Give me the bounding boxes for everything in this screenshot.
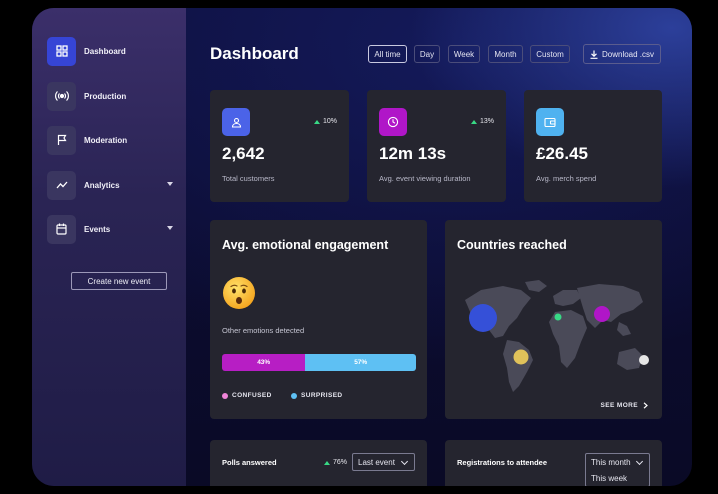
stat-card-customers: 10% 2,642 Total customers [210,90,349,202]
sidebar-item-label: Analytics [84,180,120,190]
chevron-down-icon[interactable] [167,182,173,186]
trend-badge: 10% [313,118,337,125]
sidebar-item-analytics[interactable]: Analytics [47,170,177,200]
app-window: Dashboard Production Moderation Analytic… [32,8,692,486]
countries-card: Countries reached SEE MORE [445,220,662,419]
download-label: Download .csv [601,49,655,59]
bar-segment-surprised: 57% [305,354,416,371]
stat-card-viewing-duration: 13% 12m 13s Avg. event viewing duration [367,90,506,202]
world-map [465,280,649,392]
polls-event-select[interactable]: Last event [352,453,415,471]
sidebar-item-label: Dashboard [84,46,126,56]
sidebar-item-label: Production [84,91,127,101]
chevron-right-icon [643,402,648,409]
filter-week[interactable]: Week [448,45,480,63]
legend-confused: CONFUSED [222,392,272,399]
registrations-card: Registrations to attendee This month Thi… [445,440,662,486]
stat-value: 12m 13s [379,144,447,163]
marker-australia[interactable] [639,355,649,365]
marker-south-america[interactable] [513,349,529,365]
stat-label: Avg. merch spend [536,174,597,183]
stat-label: Avg. event viewing duration [379,174,471,183]
stat-label: Total customers [222,174,275,183]
broadcast-icon [47,81,76,111]
filter-month[interactable]: Month [488,45,523,63]
clock-icon [379,108,407,136]
hushed-face-icon [223,277,255,309]
sidebar-item-production[interactable]: Production [47,81,177,111]
filter-custom[interactable]: Custom [530,45,570,63]
card-title: Avg. emotional engagement [222,238,389,252]
sidebar-item-dashboard[interactable]: Dashboard [47,36,177,66]
stat-value: 2,642 [222,144,265,163]
registrations-period-select[interactable]: This month This week [585,453,650,486]
page-title: Dashboard [210,44,299,63]
trend-line-icon [47,170,76,200]
card-title: Polls answered [222,458,277,467]
sidebar-item-moderation[interactable]: Moderation [47,125,177,155]
calendar-icon [47,214,76,244]
chevron-down-icon [400,457,409,466]
sidebar-item-label: Moderation [84,135,128,145]
emotions-subtitle: Other emotions detected [222,326,305,335]
download-csv-button[interactable]: Download .csv [583,44,661,64]
grid-icon [47,36,76,66]
trend-up-icon [470,119,477,124]
engagement-card: Avg. emotional engagement Other emotions… [210,220,427,419]
trend-up-icon [313,119,320,124]
wallet-icon [536,108,564,136]
stat-value: £26.45 [536,144,588,163]
trend-badge: 76% [323,459,347,466]
bar-segment-confused: 43% [222,354,306,371]
legend-surprised: SURPRISED [291,392,343,399]
legend-dot [222,392,228,399]
user-icon [222,108,250,136]
filter-day[interactable]: Day [414,45,440,63]
card-title: Countries reached [457,238,567,252]
filter-all-time[interactable]: All time [368,45,407,63]
trend-up-icon [323,460,330,465]
chevron-down-icon [635,457,644,466]
marker-south-asia[interactable] [594,306,610,322]
sidebar: Dashboard Production Moderation Analytic… [32,8,186,486]
sidebar-item-label: Events [84,224,111,234]
emotion-bar: 43% 57% [222,354,416,371]
flag-icon [47,125,76,155]
stat-card-merch-spend: £26.45 Avg. merch spend [524,90,662,202]
download-icon [590,50,598,59]
selected-option: This month [591,458,631,467]
trend-badge: 13% [470,118,494,125]
marker-north-america[interactable] [469,304,497,332]
polls-card: Polls answered 76% Last event [210,440,427,486]
sidebar-item-events[interactable]: Events [47,214,177,244]
card-title: Registrations to attendee [457,458,548,467]
create-event-button[interactable]: Create new event [71,272,167,290]
see-more-link[interactable]: SEE MORE [600,402,648,409]
legend-dot [291,392,297,399]
chevron-down-icon[interactable] [167,226,173,230]
marker-africa[interactable] [554,313,562,321]
dropdown-option[interactable]: This week [591,474,627,483]
